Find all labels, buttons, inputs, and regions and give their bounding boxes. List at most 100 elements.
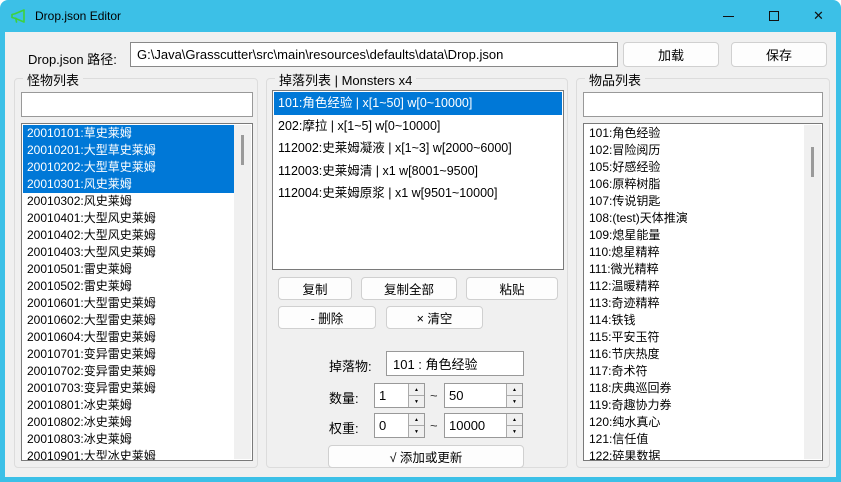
drop-listbox[interactable]: 101:角色经验 | x[1~50] w[0~10000]202:摩拉 | x[…: [272, 90, 564, 270]
drop-panel: 掉落列表 | Monsters x4 101:角色经验 | x[1~50] w[…: [266, 78, 568, 468]
list-item[interactable]: 20010403:大型风史莱姆: [23, 244, 234, 261]
clear-button[interactable]: × 清空: [386, 306, 483, 329]
list-item[interactable]: 20010101:草史莱姆: [23, 125, 234, 142]
monster-listbox[interactable]: 20010101:草史莱姆20010201:大型草史莱姆20010202:大型草…: [21, 123, 253, 461]
weight-min-stepper[interactable]: 0 ▲▼: [374, 413, 425, 438]
app-window: Drop.json Editor ✕ Drop.json 路径: 加载 保存 怪…: [0, 0, 841, 482]
list-item[interactable]: 122:碎果数据: [585, 448, 804, 461]
list-item[interactable]: 101:角色经验 | x[1~50] w[0~10000]: [274, 92, 562, 115]
list-item[interactable]: 20010701:变异雷史莱姆: [23, 346, 234, 363]
list-item[interactable]: 20010803:冰史莱姆: [23, 431, 234, 448]
count-min-stepper[interactable]: 1 ▲▼: [374, 383, 425, 408]
list-item[interactable]: 106:原粹树脂: [585, 176, 804, 193]
item-listbox[interactable]: 101:角色经验102:冒险阅历105:好感经验106:原粹树脂107:传说钥匙…: [583, 123, 823, 461]
item-panel-title: 物品列表: [585, 70, 645, 89]
list-item[interactable]: 110:熄星精粹: [585, 244, 804, 261]
list-item[interactable]: 20010301:风史莱姆: [23, 176, 234, 193]
count-range-tilde: ~: [430, 388, 438, 403]
list-item[interactable]: 105:好感经验: [585, 159, 804, 176]
weight-max-stepper[interactable]: 10000 ▲▼: [444, 413, 523, 438]
window-title: Drop.json Editor: [35, 9, 121, 23]
copy-all-button[interactable]: 复制全部: [361, 277, 457, 300]
close-button[interactable]: ✕: [796, 0, 841, 32]
spin-up-icon[interactable]: ▲: [507, 384, 522, 396]
list-item[interactable]: 116:节庆热度: [585, 346, 804, 363]
list-item[interactable]: 102:冒险阅历: [585, 142, 804, 159]
list-item[interactable]: 121:信任值: [585, 431, 804, 448]
paste-button[interactable]: 粘贴: [466, 277, 558, 300]
load-button[interactable]: 加载: [623, 42, 719, 67]
spin-down-icon[interactable]: ▼: [409, 396, 424, 407]
list-item[interactable]: 115:平安玉符: [585, 329, 804, 346]
count-max-stepper[interactable]: 50 ▲▼: [444, 383, 523, 408]
list-item[interactable]: 101:角色经验: [585, 125, 804, 142]
scrollbar-thumb[interactable]: [241, 135, 244, 165]
monster-list: 20010101:草史莱姆20010201:大型草史莱姆20010202:大型草…: [23, 125, 234, 459]
weight-range-tilde: ~: [430, 418, 438, 433]
copy-button[interactable]: 复制: [278, 277, 352, 300]
monster-list-scrollbar[interactable]: [234, 125, 251, 459]
spin-up-icon[interactable]: ▲: [409, 384, 424, 396]
client-area: Drop.json 路径: 加载 保存 怪物列表 20010101:草史莱姆20…: [5, 32, 836, 477]
item-list-scrollbar[interactable]: [804, 125, 821, 459]
drop-item-label: 掉落物:: [329, 356, 372, 375]
spin-down-icon[interactable]: ▼: [507, 426, 522, 437]
list-item[interactable]: 20010901:大型冰史莱姆: [23, 448, 234, 461]
count-label: 数量:: [329, 388, 359, 407]
list-item[interactable]: 20010202:大型草史莱姆: [23, 159, 234, 176]
list-item[interactable]: 20010401:大型风史莱姆: [23, 210, 234, 227]
count-min-value[interactable]: 1: [375, 384, 408, 407]
list-item[interactable]: 202:摩拉 | x[1~5] w[0~10000]: [274, 115, 562, 138]
spin-down-icon[interactable]: ▼: [409, 426, 424, 437]
spin-up-icon[interactable]: ▲: [507, 414, 522, 426]
list-item[interactable]: 112004:史莱姆原浆 | x1 w[9501~10000]: [274, 182, 562, 205]
list-item[interactable]: 20010802:冰史莱姆: [23, 414, 234, 431]
list-item[interactable]: 20010402:大型风史莱姆: [23, 227, 234, 244]
count-max-value[interactable]: 50: [445, 384, 506, 407]
list-item[interactable]: 119:奇趣协力券: [585, 397, 804, 414]
list-item[interactable]: 118:庆典巡回券: [585, 380, 804, 397]
monster-panel-title: 怪物列表: [23, 70, 83, 89]
maximize-button[interactable]: [751, 0, 796, 32]
list-item[interactable]: 113:奇迹精粹: [585, 295, 804, 312]
list-item[interactable]: 20010601:大型雷史莱姆: [23, 295, 234, 312]
path-label: Drop.json 路径:: [28, 49, 117, 68]
monster-filter-input[interactable]: [21, 92, 253, 117]
list-item[interactable]: 20010502:雷史莱姆: [23, 278, 234, 295]
window-controls: ✕: [706, 0, 841, 32]
list-item[interactable]: 20010602:大型雷史莱姆: [23, 312, 234, 329]
list-item[interactable]: 20010801:冰史莱姆: [23, 397, 234, 414]
weight-min-value[interactable]: 0: [375, 414, 408, 437]
delete-button[interactable]: - 删除: [278, 306, 376, 329]
list-item[interactable]: 111:微光精粹: [585, 261, 804, 278]
list-item[interactable]: 108:(test)天体推演: [585, 210, 804, 227]
list-item[interactable]: 114:铁钱: [585, 312, 804, 329]
list-item[interactable]: 112:温暖精粹: [585, 278, 804, 295]
list-item[interactable]: 20010501:雷史莱姆: [23, 261, 234, 278]
list-item[interactable]: 107:传说钥匙: [585, 193, 804, 210]
minimize-button[interactable]: [706, 0, 751, 32]
drop-item-input[interactable]: [386, 351, 524, 376]
list-item[interactable]: 20010302:风史莱姆: [23, 193, 234, 210]
spin-down-icon[interactable]: ▼: [507, 396, 522, 407]
list-item[interactable]: 117:奇术符: [585, 363, 804, 380]
list-item[interactable]: 109:熄星能量: [585, 227, 804, 244]
scrollbar-thumb[interactable]: [811, 147, 814, 177]
monster-panel: 怪物列表 20010101:草史莱姆20010201:大型草史莱姆2001020…: [14, 78, 258, 468]
item-filter-input[interactable]: [583, 92, 823, 117]
list-item[interactable]: 120:纯水真心: [585, 414, 804, 431]
list-item[interactable]: 20010201:大型草史莱姆: [23, 142, 234, 159]
spin-up-icon[interactable]: ▲: [409, 414, 424, 426]
list-item[interactable]: 112003:史莱姆清 | x1 w[8001~9500]: [274, 160, 562, 183]
path-input[interactable]: [130, 42, 618, 67]
list-item[interactable]: 20010702:变异雷史莱姆: [23, 363, 234, 380]
weight-label: 权重:: [329, 418, 359, 437]
list-item[interactable]: 20010703:变异雷史莱姆: [23, 380, 234, 397]
list-item[interactable]: 112002:史莱姆凝液 | x[1~3] w[2000~6000]: [274, 137, 562, 160]
megaphone-app-icon: [9, 7, 27, 25]
list-item[interactable]: 20010604:大型雷史莱姆: [23, 329, 234, 346]
item-panel: 物品列表 101:角色经验102:冒险阅历105:好感经验106:原粹树脂107…: [576, 78, 830, 468]
add-or-update-button[interactable]: √ 添加或更新: [328, 445, 524, 468]
weight-max-value[interactable]: 10000: [445, 414, 506, 437]
save-button[interactable]: 保存: [731, 42, 827, 67]
